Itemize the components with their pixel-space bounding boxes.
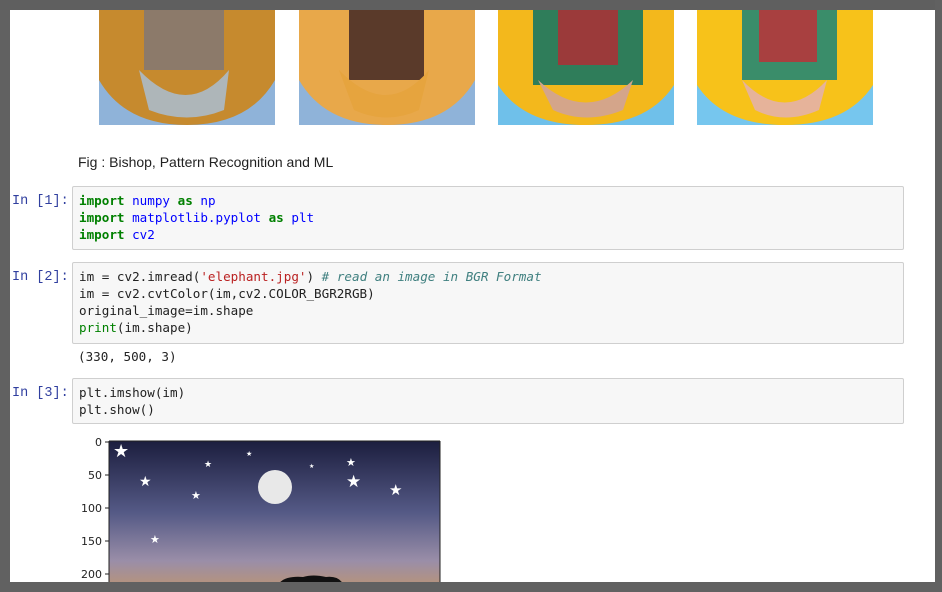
svg-text:★: ★ <box>191 489 201 502</box>
window-frame-top <box>0 0 942 10</box>
svg-text:★: ★ <box>246 450 252 458</box>
window-frame-bottom <box>0 582 942 592</box>
code-line: import cv2 <box>79 227 155 242</box>
moon <box>258 470 292 504</box>
svg-text:★: ★ <box>346 456 356 469</box>
svg-text:★: ★ <box>113 441 129 462</box>
code-line: im = cv2.cvtColor(im,cv2.COLOR_BGR2RGB) <box>79 286 375 301</box>
y-tick-label: 0 <box>95 436 102 449</box>
code-line: original_image=im.shape <box>79 303 254 318</box>
thumbnail-image-2 <box>299 10 475 125</box>
svg-text:★: ★ <box>346 472 361 492</box>
code-line: im = cv2.imread('elephant.jpg') # read a… <box>79 269 542 284</box>
code-line: plt.imshow(im) <box>79 385 186 400</box>
code-line: plt.show() <box>79 402 155 417</box>
imshow-plot: ★ ★ ★ ★ ★ ★ ★ ★ ★ ★ 0 50 100 150 200 <box>78 432 458 582</box>
notebook-area[interactable]: Fig : Bishop, Pattern Recognition and ML… <box>10 10 935 582</box>
thumbnail-image-3 <box>498 10 674 125</box>
svg-text:★: ★ <box>389 481 402 499</box>
code-line: print(im.shape) <box>79 320 193 335</box>
code-cell[interactable]: import numpy as np import matplotlib.pyp… <box>72 186 904 250</box>
cell-prompt: In [2]: <box>12 270 69 285</box>
cell-prompt: In [1]: <box>12 194 69 209</box>
thumbnail-image-1 <box>99 10 275 125</box>
y-tick-label: 100 <box>81 502 102 515</box>
y-tick-label: 50 <box>88 469 102 482</box>
cell-prompt: In [3]: <box>12 386 69 401</box>
y-tick-label: 150 <box>81 535 102 548</box>
code-line: import numpy as np <box>79 193 216 208</box>
svg-text:★: ★ <box>309 463 314 470</box>
code-cell[interactable]: im = cv2.imread('elephant.jpg') # read a… <box>72 262 904 344</box>
svg-text:★: ★ <box>150 533 160 546</box>
plot-image <box>109 441 440 582</box>
cell-output: (330, 500, 3) <box>78 349 177 364</box>
thumbnail-image-4 <box>697 10 873 125</box>
figure-caption: Fig : Bishop, Pattern Recognition and ML <box>78 154 334 170</box>
svg-text:★: ★ <box>204 460 212 470</box>
y-tick-label: 200 <box>81 568 102 581</box>
code-cell[interactable]: plt.imshow(im) plt.show() <box>72 378 904 424</box>
window-frame-right <box>935 0 942 592</box>
code-line: import matplotlib.pyplot as plt <box>79 210 315 225</box>
svg-text:★: ★ <box>139 474 152 490</box>
